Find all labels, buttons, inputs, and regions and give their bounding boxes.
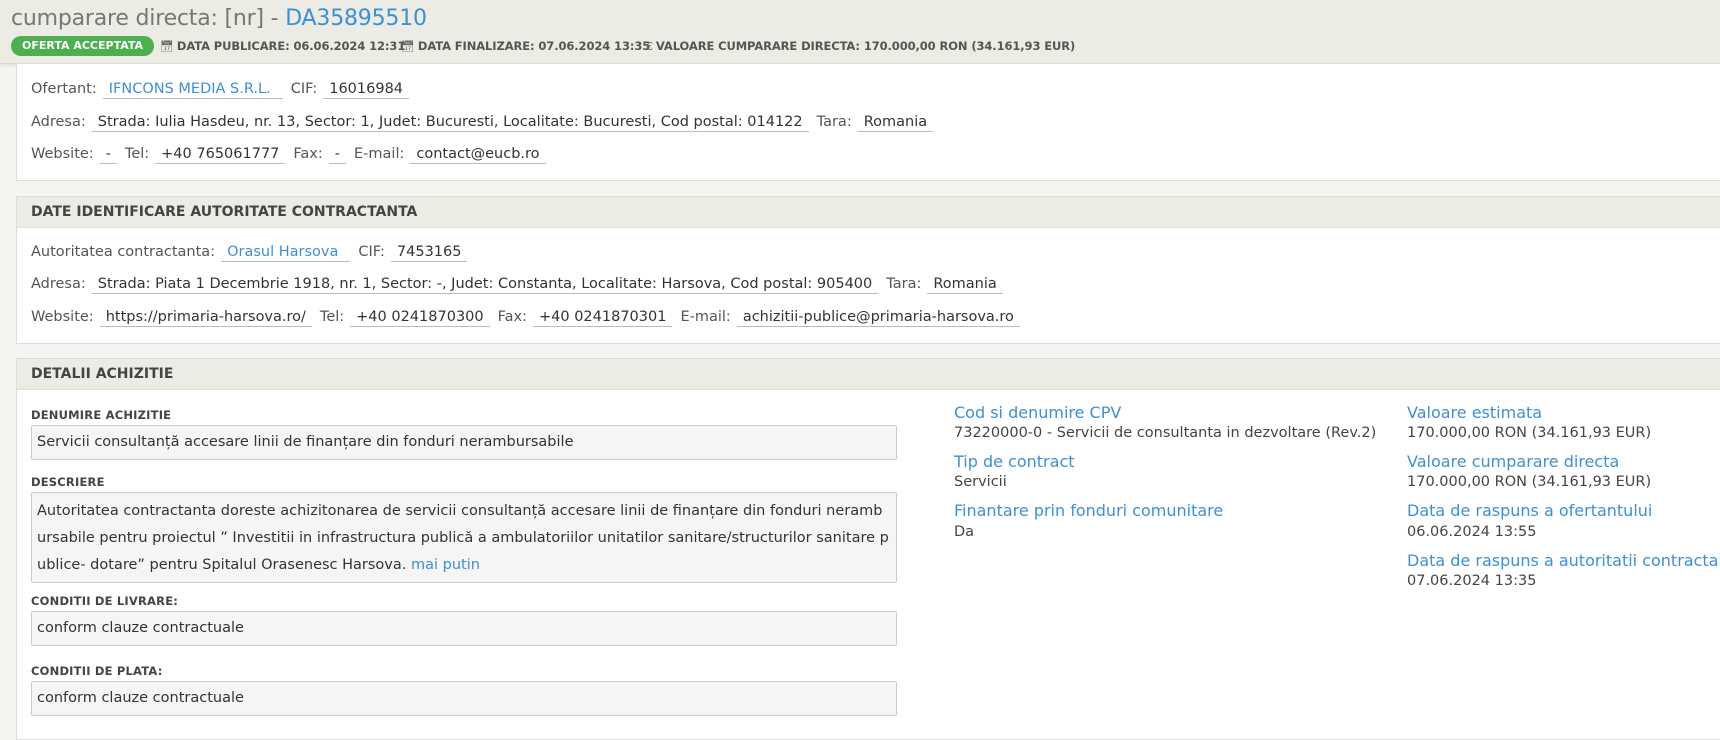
authority-fax: +40 0241870301 (533, 309, 673, 327)
euro-icon: € (646, 40, 653, 53)
authority-email: achizitii-publice@primaria-harsova.ro (736, 309, 1020, 327)
calendar-icon: 📅︎ (160, 40, 174, 53)
ofertant-fax: - (328, 146, 347, 164)
title-prefix: cumparare directa: [nr] - (11, 6, 286, 31)
eu-funding-value: Da (954, 524, 975, 540)
direct-value-title: Valoare cumparare directa (1407, 452, 1620, 471)
plata-label: CONDITII DE PLATA: (31, 664, 163, 678)
authority-response-date-title: Data de raspuns a autoritatii contractan… (1407, 551, 1720, 570)
details-section-title: DETALII ACHIZITIE (17, 359, 1720, 390)
authority-name-link[interactable]: Orasul Harsova (221, 244, 351, 262)
ofertant-phone: +40 765061777 (155, 146, 286, 164)
procedure-code: DA35895510 (285, 6, 427, 31)
ofertant-country: Romania (857, 114, 934, 132)
ofertant-cif: 16016984 (323, 81, 410, 99)
contract-type-title: Tip de contract (954, 452, 1075, 471)
authority-contact-row: Website: https://primaria-harsova.ro/Tel:… (31, 309, 1028, 327)
show-less-link[interactable]: mai putin (411, 557, 480, 573)
authority-row: Autoritatea contractanta: Orasul Harsova C… (31, 244, 475, 262)
cpv-title: Cod si denumire CPV (954, 403, 1122, 422)
authority-phone: +40 0241870300 (350, 309, 490, 327)
ofertant-row: Ofertant: IFNCONS MEDIA S.R.L. CIF: 1601698… (31, 81, 417, 99)
denumire-field: Servicii consultanță accesare linii de f… (31, 425, 897, 460)
finalize-date: 📅︎ DATA FINALIZARE: 07.06.2024 13:35 (401, 39, 651, 53)
estimated-value: 170.000,00 RON (34.161,93 EUR) (1407, 425, 1652, 441)
authority-section-title: DATE IDENTIFICARE AUTORITATE CONTRACTANT… (17, 197, 1720, 228)
authority-address-row: Adresa: Strada: Piata 1 Decembrie 1918, n… (31, 276, 1011, 294)
plata-field: conform clauze contractuale (31, 681, 897, 716)
denumire-label: DENUMIRE ACHIZITIE (31, 408, 172, 422)
authority-cif: 7453165 (390, 244, 468, 262)
authority-website: https://primaria-harsova.ro/ (99, 309, 312, 327)
page-title: cumparare directa: [nr] - DA35895510 (11, 6, 427, 31)
bidder-response-date-title: Data de raspuns a ofertantului (1407, 501, 1653, 520)
estimated-value-title: Valoare estimata (1407, 403, 1543, 422)
authority-address: Strada: Piata 1 Decembrie 1918, nr. 1, S… (91, 276, 879, 294)
page-header: cumparare directa: [nr] - DA35895510 OFE… (0, 0, 1720, 64)
eu-funding-title: Finantare prin fonduri comunitare (954, 501, 1224, 520)
ofertant-contact-row: Website: - Tel: +40 765061777 Fax: - E-mail: co… (31, 146, 554, 164)
descriere-label: DESCRIERE (31, 475, 105, 489)
authority-response-date: 07.06.2024 13:35 (1407, 573, 1537, 589)
bidder-response-date: 06.06.2024 13:55 (1407, 524, 1537, 540)
livrare-label: CONDITII DE LIVRARE: (31, 594, 179, 608)
authority-panel: DATE IDENTIFICARE AUTORITATE CONTRACTANT… (16, 196, 1720, 344)
authority-country: Romania (927, 276, 1003, 294)
direct-value: 170.000,00 RON (34.161,93 EUR) (1407, 474, 1652, 490)
ofertant-website: - (99, 146, 117, 164)
descriere-field: Autoritatea contractanta doreste achizit… (31, 492, 897, 583)
cpv-value: 73220000-0 - Servicii de consultanta in … (954, 425, 1377, 441)
ofertant-name-link[interactable]: IFNCONS MEDIA S.R.L. (102, 81, 283, 99)
calendar-icon: 📅︎ (401, 40, 415, 53)
ofertant-address: Strada: Iulia Hasdeu, nr. 13, Sector: 1,… (91, 114, 809, 132)
contract-type-value: Servicii (954, 474, 1007, 490)
livrare-field: conform clauze contractuale (31, 611, 897, 646)
publish-date: 📅︎ DATA PUBLICARE: 06.06.2024 12:31 (160, 39, 406, 53)
ofertant-panel: Ofertant: IFNCONS MEDIA S.R.L. CIF: 1601698… (16, 63, 1720, 181)
ofertant-email: contact@eucb.ro (410, 146, 546, 164)
direct-purchase-value: € VALOARE CUMPARARE DIRECTA: 170.000,00 R… (646, 39, 1076, 53)
ofertant-address-row: Adresa: Strada: Iulia Hasdeu, nr. 13, Sec… (31, 114, 941, 132)
details-panel: DETALII ACHIZITIE DENUMIRE ACHIZITIE Ser… (16, 358, 1720, 740)
status-badge: OFERTA ACCEPTATA (11, 36, 155, 56)
